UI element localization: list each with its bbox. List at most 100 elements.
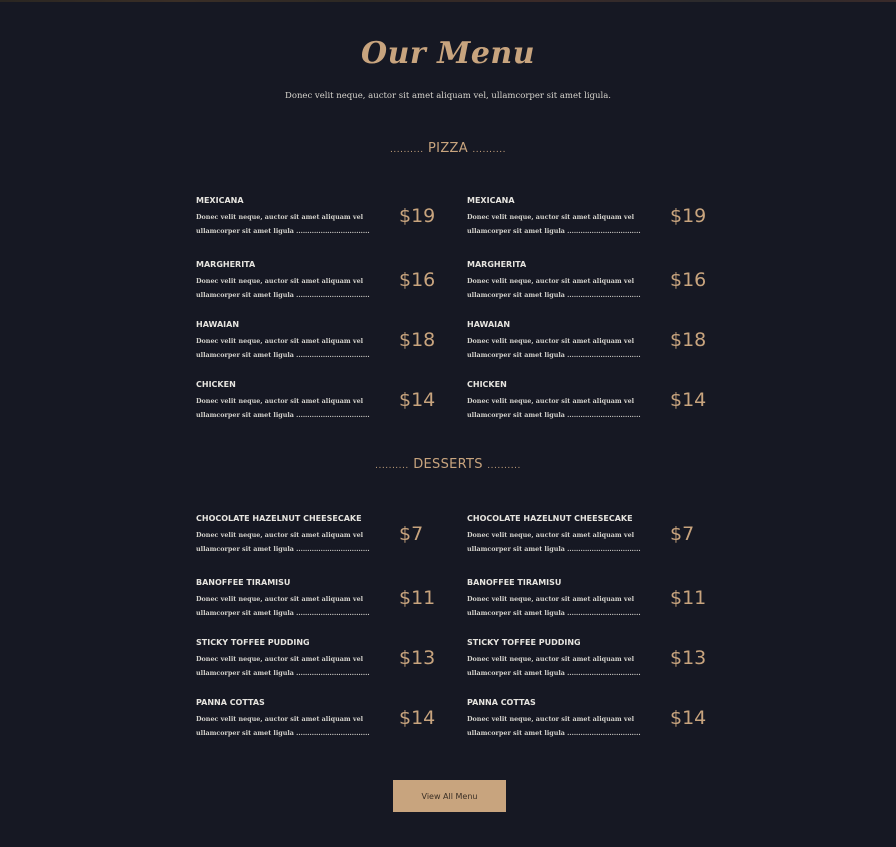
description-line: ullamcorper sit amet ligula ............… <box>196 609 370 617</box>
description-line: ullamcorper sit amet ligula ............… <box>196 227 370 235</box>
menu-item-name: MEXICANA <box>196 196 244 205</box>
menu-item-name: MARGHERITA <box>196 260 256 269</box>
description-line: ullamcorper sit amet ligula ............… <box>467 411 641 419</box>
description-line: ullamcorper sit amet ligula ............… <box>467 729 641 737</box>
menu-item-price: $13 <box>670 647 707 669</box>
description-line: ullamcorper sit amet ligula ............… <box>196 669 370 677</box>
page-title: Our Menu <box>360 36 536 71</box>
menu-item: CHOCOLATE HAZELNUT CHEESECAKE Donec veli… <box>196 514 446 564</box>
description-line: ullamcorper sit amet ligula ............… <box>467 227 641 235</box>
menu-item: BANOFFEE TIRAMISU Donec velit neque, auc… <box>467 578 717 628</box>
description-line: Donec velit neque, auctor sit amet aliqu… <box>196 715 364 723</box>
menu-item: CHICKEN Donec velit neque, auctor sit am… <box>196 380 446 430</box>
menu-item: BANOFFEE TIRAMISU Donec velit neque, auc… <box>196 578 446 628</box>
description-line: Donec velit neque, auctor sit amet aliqu… <box>467 213 635 221</box>
menu-item-name: BANOFFEE TIRAMISU <box>196 578 291 587</box>
menu-item: HAWAIAN Donec velit neque, auctor sit am… <box>467 320 717 370</box>
menu-item-name: PANNA COTTAS <box>196 698 265 707</box>
menu-item-price: $14 <box>670 389 707 411</box>
menu-item-name: CHOCOLATE HAZELNUT CHEESECAKE <box>467 514 633 523</box>
description-line: Donec velit neque, auctor sit amet aliqu… <box>467 397 635 405</box>
menu-item-price: $16 <box>670 269 707 291</box>
menu-item-price: $7 <box>399 523 424 545</box>
menu-item-description: Donec velit neque, auctor sit amet aliqu… <box>196 712 396 740</box>
menu-item: MARGHERITA Donec velit neque, auctor sit… <box>196 260 446 310</box>
menu-item-price: $18 <box>399 329 436 351</box>
page-subtitle: Donec velit neque, auctor sit amet aliqu… <box>285 91 611 101</box>
description-line: Donec velit neque, auctor sit amet aliqu… <box>196 655 364 663</box>
menu-item-price: $7 <box>670 523 695 545</box>
menu-item-name: HAWAIAN <box>467 320 511 329</box>
menu-item: STICKY TOFFEE PUDDING Donec velit neque,… <box>467 638 717 688</box>
description-line: Donec velit neque, auctor sit amet aliqu… <box>467 655 635 663</box>
menu-item-description: Donec velit neque, auctor sit amet aliqu… <box>196 652 396 680</box>
menu-item-description: Donec velit neque, auctor sit amet aliqu… <box>467 592 667 620</box>
menu-item-price: $18 <box>670 329 707 351</box>
menu-item: MEXICANA Donec velit neque, auctor sit a… <box>467 196 717 246</box>
menu-item-price: $11 <box>670 587 707 609</box>
description-line: ullamcorper sit amet ligula ............… <box>467 545 641 553</box>
menu-item-description: Donec velit neque, auctor sit amet aliqu… <box>467 210 667 238</box>
menu-item-price: $16 <box>399 269 436 291</box>
menu-item-description: Donec velit neque, auctor sit amet aliqu… <box>467 394 667 422</box>
menu-item-description: Donec velit neque, auctor sit amet aliqu… <box>467 274 667 302</box>
description-line: Donec velit neque, auctor sit amet aliqu… <box>196 213 364 221</box>
description-line: Donec velit neque, auctor sit amet aliqu… <box>467 277 635 285</box>
menu-item-price: $11 <box>399 587 436 609</box>
menu-item-name: BANOFFEE TIRAMISU <box>467 578 562 587</box>
menu-item-price: $14 <box>670 707 707 729</box>
menu-item-description: Donec velit neque, auctor sit amet aliqu… <box>196 334 396 362</box>
description-line: Donec velit neque, auctor sit amet aliqu… <box>196 595 364 603</box>
description-line: ullamcorper sit amet ligula ............… <box>196 291 370 299</box>
menu-item-name: STICKY TOFFEE PUDDING <box>467 638 581 647</box>
menu-item-description: Donec velit neque, auctor sit amet aliqu… <box>196 274 396 302</box>
description-line: Donec velit neque, auctor sit amet aliqu… <box>467 531 635 539</box>
menu-item-name: HAWAIAN <box>196 320 240 329</box>
description-line: ullamcorper sit amet ligula ............… <box>196 411 370 419</box>
menu-item-name: STICKY TOFFEE PUDDING <box>196 638 310 647</box>
menu-item-description: Donec velit neque, auctor sit amet aliqu… <box>467 652 667 680</box>
menu-item: PANNA COTTAS Donec velit neque, auctor s… <box>196 698 446 748</box>
description-line: Donec velit neque, auctor sit amet aliqu… <box>467 715 635 723</box>
description-line: Donec velit neque, auctor sit amet aliqu… <box>196 531 364 539</box>
menu-item: CHICKEN Donec velit neque, auctor sit am… <box>467 380 717 430</box>
heading-dots-left: .......... <box>390 145 424 155</box>
description-line: ullamcorper sit amet ligula ............… <box>467 669 641 677</box>
menu-item-name: MARGHERITA <box>467 260 527 269</box>
menu-item-description: Donec velit neque, auctor sit amet aliqu… <box>196 528 396 556</box>
menu-item: PANNA COTTAS Donec velit neque, auctor s… <box>467 698 717 748</box>
description-line: Donec velit neque, auctor sit amet aliqu… <box>467 595 635 603</box>
description-line: Donec velit neque, auctor sit amet aliqu… <box>467 337 635 345</box>
heading-dots-right: .......... <box>487 461 521 471</box>
menu-item-name: MEXICANA <box>467 196 515 205</box>
menu-item-description: Donec velit neque, auctor sit amet aliqu… <box>196 210 396 238</box>
menu-item-name: CHICKEN <box>196 380 236 389</box>
menu-item-price: $19 <box>399 205 436 227</box>
heading-dots-left: .......... <box>375 461 409 471</box>
description-line: ullamcorper sit amet ligula ............… <box>467 609 641 617</box>
description-line: Donec velit neque, auctor sit amet aliqu… <box>196 277 364 285</box>
description-line: ullamcorper sit amet ligula ............… <box>196 729 370 737</box>
menu-item-name: PANNA COTTAS <box>467 698 536 707</box>
menu-item: STICKY TOFFEE PUDDING Donec velit neque,… <box>196 638 446 688</box>
menu-item: MEXICANA Donec velit neque, auctor sit a… <box>196 196 446 246</box>
description-line: ullamcorper sit amet ligula ............… <box>467 291 641 299</box>
menu-item-name: CHICKEN <box>467 380 507 389</box>
menu-item-name: CHOCOLATE HAZELNUT CHEESECAKE <box>196 514 362 523</box>
top-image-strip <box>0 0 896 2</box>
section-heading-pizza: .......... PIZZA .......... <box>0 141 896 156</box>
menu-item: HAWAIAN Donec velit neque, auctor sit am… <box>196 320 446 370</box>
section-title: PIZZA <box>428 141 468 156</box>
menu-item-description: Donec velit neque, auctor sit amet aliqu… <box>467 712 667 740</box>
menu-item-description: Donec velit neque, auctor sit amet aliqu… <box>196 394 396 422</box>
description-line: Donec velit neque, auctor sit amet aliqu… <box>196 397 364 405</box>
menu-item-price: $14 <box>399 389 436 411</box>
description-line: Donec velit neque, auctor sit amet aliqu… <box>196 337 364 345</box>
section-title: DESSERTS <box>413 457 483 472</box>
description-line: ullamcorper sit amet ligula ............… <box>196 545 370 553</box>
menu-item-price: $13 <box>399 647 436 669</box>
menu-item-description: Donec velit neque, auctor sit amet aliqu… <box>467 334 667 362</box>
section-heading-desserts: .......... DESSERTS .......... <box>0 457 896 472</box>
description-line: ullamcorper sit amet ligula ............… <box>196 351 370 359</box>
view-all-menu-button[interactable]: View All Menu <box>393 780 506 812</box>
